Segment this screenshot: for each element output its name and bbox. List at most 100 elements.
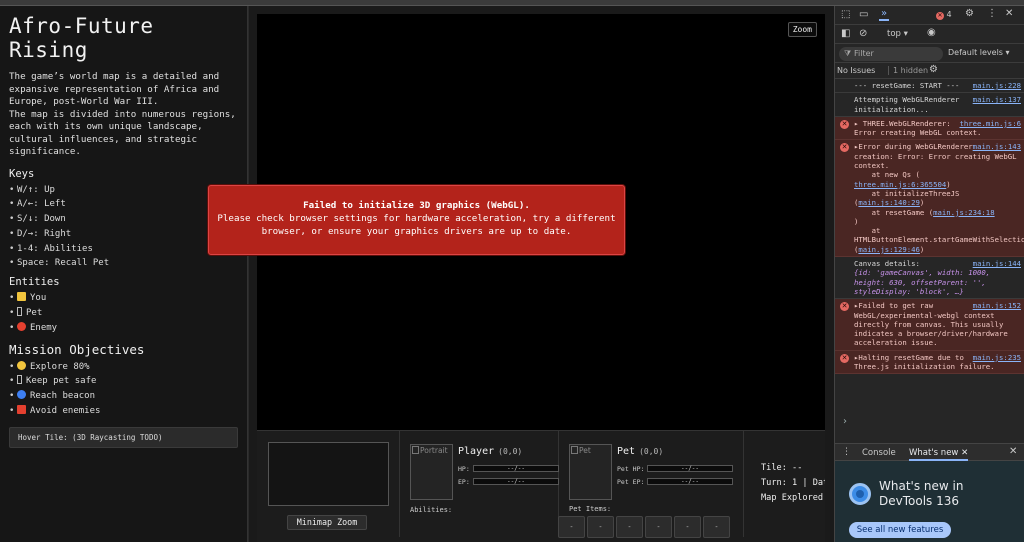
- pet-name-label: Pet: [617, 446, 636, 457]
- drawer-menu-icon[interactable]: ⋮: [842, 447, 851, 457]
- game-intro: The game’s world map is a detailed and e…: [9, 71, 238, 159]
- source-link[interactable]: main.js:143: [973, 142, 1021, 151]
- hp-bar: --/--: [473, 465, 559, 472]
- tab-whats-new[interactable]: What's new ✕: [909, 448, 969, 461]
- settings-gear-icon[interactable]: ⚙: [965, 8, 974, 19]
- webgl-error-message: Failed to initialize 3D graphics (WebGL)…: [208, 185, 625, 255]
- zoom-button[interactable]: Zoom: [787, 22, 817, 37]
- portrait-alt-text: Portrait: [420, 446, 448, 455]
- device-toolbar-icon[interactable]: ▭: [859, 9, 868, 20]
- minimap[interactable]: [268, 442, 389, 506]
- log-levels-dropdown[interactable]: Default levels ▾: [948, 48, 1010, 57]
- objective-item: Reach beacon: [9, 389, 238, 404]
- hidden-count[interactable]: 1 hidden: [888, 66, 928, 75]
- pet-box-icon: [17, 375, 22, 385]
- context-selector[interactable]: top ▾: [887, 29, 908, 39]
- devtools-toolbar: ⬚ ▭ » ✕ 4 ⚙ ⋮ ✕: [835, 6, 1024, 25]
- hud-panel: Minimap Zoom Portrait Player (0,0) HP: --…: [257, 430, 825, 542]
- pet-item-slot[interactable]: -: [616, 516, 643, 538]
- player-name-label: Player: [458, 446, 495, 457]
- entity-label: Pet: [26, 308, 43, 319]
- source-link[interactable]: main.js:235: [973, 353, 1021, 362]
- message-text: --- resetGame: START ---: [854, 81, 960, 90]
- entities-heading: Entities: [9, 276, 60, 289]
- trace-link[interactable]: main.js:234:18: [933, 208, 995, 217]
- console-prompt-chevron-icon[interactable]: ›: [843, 416, 847, 427]
- error-body: Please check browser settings for hardwa…: [217, 213, 616, 237]
- close-devtools-icon[interactable]: ✕: [1005, 8, 1013, 19]
- key-item: S/↓: Down: [9, 212, 238, 227]
- object-preview[interactable]: {id: 'gameCanvas', width: 1000, height: …: [854, 268, 990, 296]
- hover-tile-info: Hover Tile: (3D Raycasting TODO): [9, 426, 238, 448]
- trace-link[interactable]: main.js:129:46: [858, 245, 920, 254]
- live-expression-eye-icon[interactable]: ◉: [927, 27, 936, 38]
- error-icon: ✕: [840, 143, 849, 153]
- console-log: main.js:228 --- resetGame: START --- main…: [835, 79, 1024, 441]
- yellow-circle-icon: [17, 360, 26, 370]
- map-explored-info: Map Explored:: [761, 493, 825, 503]
- key-item: A/←: Left: [9, 197, 238, 212]
- minimap-zoom-button[interactable]: Minimap Zoom: [287, 515, 367, 530]
- trace-text: at resetGame (: [871, 207, 934, 217]
- yellow-square-icon: [17, 292, 26, 302]
- blue-circle-icon: [17, 390, 26, 400]
- trace-text: ): [919, 198, 925, 208]
- abilities-label: Abilities:: [410, 506, 453, 514]
- source-link[interactable]: main.js:228: [973, 81, 1021, 90]
- source-link[interactable]: three.min.js:6: [959, 119, 1021, 128]
- player-panel: Portrait Player (0,0) HP: --/-- EP: --/--…: [400, 431, 559, 537]
- key-item: W/↑: Up: [9, 183, 238, 198]
- pet-item-slot[interactable]: -: [558, 516, 585, 538]
- error-count: 4: [946, 10, 952, 19]
- close-drawer-icon[interactable]: ✕: [1009, 446, 1017, 457]
- intro-text: The game’s world map is a detailed and e…: [9, 71, 220, 107]
- source-link[interactable]: main.js:144: [973, 259, 1021, 268]
- tab-console[interactable]: Console: [862, 448, 896, 458]
- entity-label: You: [30, 293, 47, 304]
- close-tab-icon[interactable]: ✕: [961, 448, 968, 458]
- ep-bar: --/--: [473, 478, 559, 485]
- console-error: ✕ main.js:143 ▸Error during WebGLRenderer …: [835, 140, 1024, 258]
- error-icon: ✕: [840, 119, 849, 129]
- ep-label: EP:: [458, 478, 470, 486]
- see-all-features-button[interactable]: See all new features: [849, 522, 951, 538]
- player-coord: (0,0): [498, 447, 523, 456]
- game-sidebar: Afro-Future Rising The game’s world map …: [0, 6, 248, 542]
- error-count-badge[interactable]: ✕ 4: [936, 10, 952, 20]
- devtools-panel: ⬚ ▭ » ✕ 4 ⚙ ⋮ ✕ ◧ ⊘ top ▾ ◉ ⧩ Filter Defa…: [834, 6, 1024, 542]
- chrome-logo-icon: [849, 483, 871, 505]
- pet-item-slot[interactable]: -: [674, 516, 701, 538]
- error-title: Failed to initialize 3D graphics (WebGL)…: [303, 200, 530, 211]
- pet-hp-bar: --/--: [647, 465, 733, 472]
- broken-image-icon: [571, 446, 578, 454]
- more-panels-icon[interactable]: »: [879, 8, 890, 21]
- inspect-element-icon[interactable]: ⬚: [841, 9, 850, 20]
- console-message: main.js:137 Attempting WebGLRenderer init…: [835, 93, 1024, 117]
- key-item: D/→: Right: [9, 227, 238, 242]
- whats-new-title: What's new in DevTools 136: [879, 479, 964, 508]
- entity-enemy: Enemy: [9, 321, 238, 336]
- error-icon: ✕: [936, 12, 944, 20]
- trace-text: ): [854, 216, 859, 226]
- source-link[interactable]: main.js:137: [973, 95, 1021, 104]
- red-square-icon: [17, 405, 26, 415]
- message-text: Canvas details:: [854, 259, 920, 269]
- sidebar-toggle-icon[interactable]: ◧: [841, 28, 850, 39]
- game-area: Zoom Minimap Zoom Portrait Player (0,0) H…: [249, 6, 834, 542]
- entity-label: Enemy: [30, 322, 58, 333]
- game-title: Afro-Future Rising: [9, 14, 154, 62]
- issues-settings-icon[interactable]: ⚙: [929, 64, 938, 75]
- more-options-icon[interactable]: ⋮: [987, 8, 997, 19]
- pet-item-slot[interactable]: -: [703, 516, 730, 538]
- trace-link[interactable]: main.js:140:29: [858, 198, 920, 207]
- pet-item-slot[interactable]: -: [645, 516, 672, 538]
- pet-items-label: Pet Items:: [569, 505, 612, 513]
- key-item: Space: Recall Pet: [9, 256, 238, 271]
- clear-console-icon[interactable]: ⊘: [859, 28, 867, 39]
- player-portrait: Portrait: [410, 444, 453, 500]
- pet-item-slot[interactable]: -: [587, 516, 614, 538]
- trace-link[interactable]: three.min.js:6:365504: [854, 180, 946, 189]
- filter-input[interactable]: ⧩ Filter: [839, 47, 943, 61]
- source-link[interactable]: main.js:152: [973, 301, 1021, 310]
- filter-row: ⧩ Filter Default levels ▾: [835, 44, 1024, 63]
